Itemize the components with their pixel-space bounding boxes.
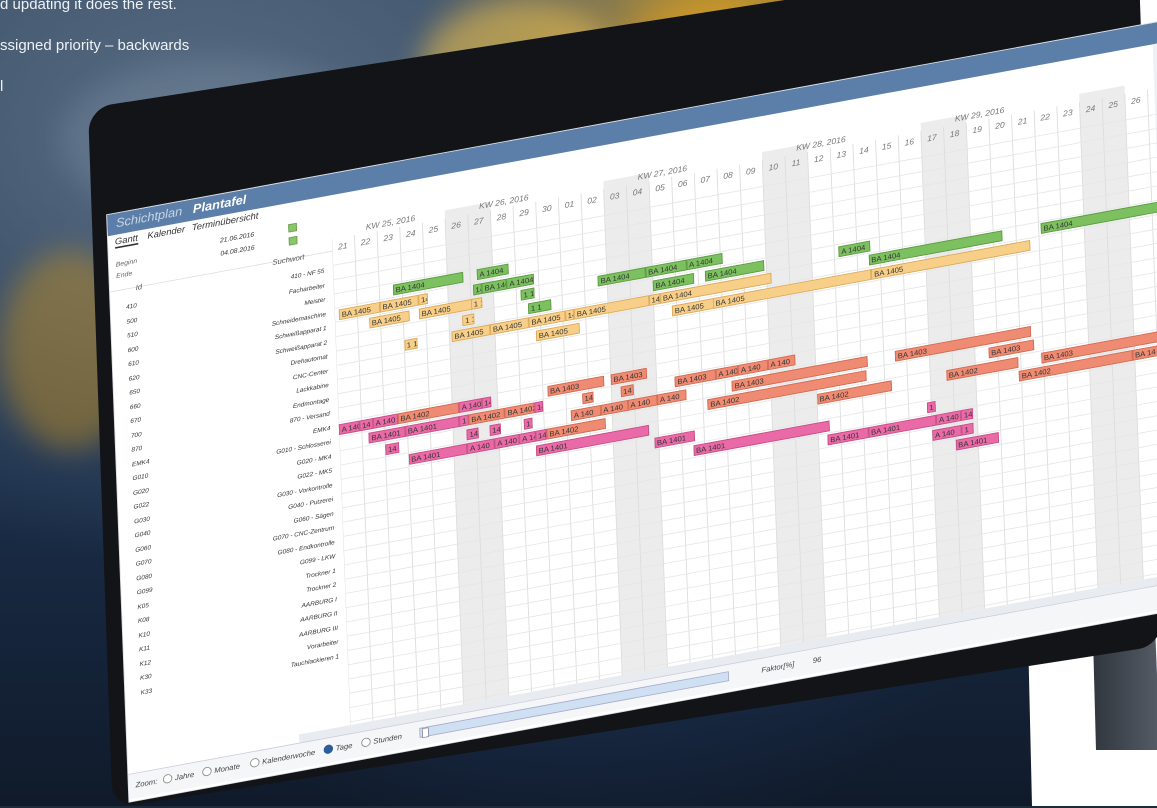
resource-id: K33 (140, 686, 153, 696)
resource-id: 870 (131, 444, 143, 454)
resource-id: 500 (126, 315, 138, 326)
resource-name: Trockner 2 (305, 580, 337, 594)
option-monate-label: Monate (214, 761, 241, 775)
gantt-bar[interactable]: 1 1 (470, 297, 483, 310)
resource-id: K08 (137, 615, 150, 625)
resource-id: 600 (127, 344, 139, 354)
option-kalenderwoche-label: Kalenderwoche (261, 748, 316, 766)
resource-id: 700 (130, 429, 142, 440)
end-date-field[interactable]: 04.08.2016 (220, 244, 255, 258)
begin-label: Beginn (115, 257, 138, 269)
factor-value[interactable]: 96 (813, 655, 822, 665)
gantt-bar[interactable]: 14 (581, 391, 594, 405)
radio-stunden[interactable] (361, 736, 371, 748)
resource-name: Meister (304, 295, 326, 307)
resource-id: 650 (129, 387, 141, 397)
gantt-bar[interactable]: 14 (418, 292, 428, 306)
begin-date-field[interactable]: 21.06.2016 (220, 231, 255, 245)
zoom-label: Zoom: (135, 776, 158, 790)
resource-id: G040 (134, 528, 151, 539)
resource-id: G080 (136, 571, 153, 582)
resource-id: G099 (136, 585, 153, 597)
day-gridline (739, 164, 759, 654)
resource-name: Trockner 1 (305, 566, 336, 580)
factor-label: Faktor[%] (761, 660, 795, 675)
resource-id: K11 (138, 643, 151, 654)
day-gridline (693, 172, 714, 662)
gantt-bar[interactable]: 1 (961, 422, 974, 436)
resource-id: K30 (139, 672, 152, 682)
resource-id: G060 (135, 543, 152, 554)
resource-id: 410 (125, 301, 137, 311)
resource-id: G070 (135, 557, 152, 568)
gantt-bar[interactable]: 14 (961, 408, 973, 421)
gantt-bar[interactable]: 14 (481, 396, 491, 409)
option-jahre-label: Jahre (174, 770, 195, 782)
resource-id: 670 (130, 415, 142, 425)
resource-id: K10 (138, 629, 151, 639)
option-stunden-label: Stunden (373, 732, 403, 746)
gantt-bar[interactable]: 1 1 (462, 313, 475, 326)
calendar-icon[interactable] (288, 222, 298, 233)
gantt-bar[interactable]: 14 (535, 428, 548, 442)
resource-id: G022 (133, 500, 150, 511)
resource-id: G030 (133, 514, 150, 525)
resource-id: 660 (129, 401, 141, 411)
resource-id: 620 (128, 372, 140, 383)
resource-id: EMK4 (131, 457, 150, 468)
resource-id: G020 (132, 485, 149, 497)
resource-id: 510 (126, 330, 138, 340)
gantt-bar[interactable]: 14 (489, 422, 502, 436)
resource-id: 610 (128, 358, 140, 368)
gantt-bar[interactable]: 14 (648, 293, 661, 306)
day-gridline (716, 168, 736, 658)
resource-id: K05 (137, 600, 149, 611)
calendar-icon[interactable] (288, 235, 298, 246)
resource-name: 410 - NF 55 (290, 267, 325, 281)
gantt-bar[interactable]: 1 (459, 414, 469, 427)
gantt-bar[interactable]: 14 (534, 400, 544, 414)
radio-monate[interactable] (202, 766, 212, 777)
gantt-bar[interactable]: 1 (926, 400, 937, 413)
column-header-id: Id (135, 282, 143, 292)
tab-gantt[interactable]: Gantt (114, 233, 139, 249)
resource-id: G010 (132, 471, 149, 482)
resource-id: K12 (139, 657, 152, 668)
slider-handle[interactable] (421, 727, 430, 739)
gantt-bar[interactable]: 14 (564, 308, 575, 322)
option-tage-label: Tage (335, 741, 353, 753)
tab-kalender[interactable]: Kalender (147, 224, 185, 241)
day-gridline (897, 135, 918, 625)
gantt-bar[interactable]: 14 (472, 282, 483, 296)
gantt-bar[interactable]: 1 (523, 417, 533, 430)
day-gridline (671, 176, 691, 667)
gantt-bar[interactable]: 14 (466, 427, 479, 440)
radio-kalenderwoche[interactable] (249, 757, 260, 769)
radio-jahre[interactable] (162, 773, 173, 785)
radio-tage[interactable] (323, 743, 334, 755)
end-label: Ende (116, 269, 133, 280)
resource-name: EMK4 (312, 423, 331, 435)
monitor: Schichtplan Plantafel Gantt Kalender Ter… (0, 0, 1157, 808)
